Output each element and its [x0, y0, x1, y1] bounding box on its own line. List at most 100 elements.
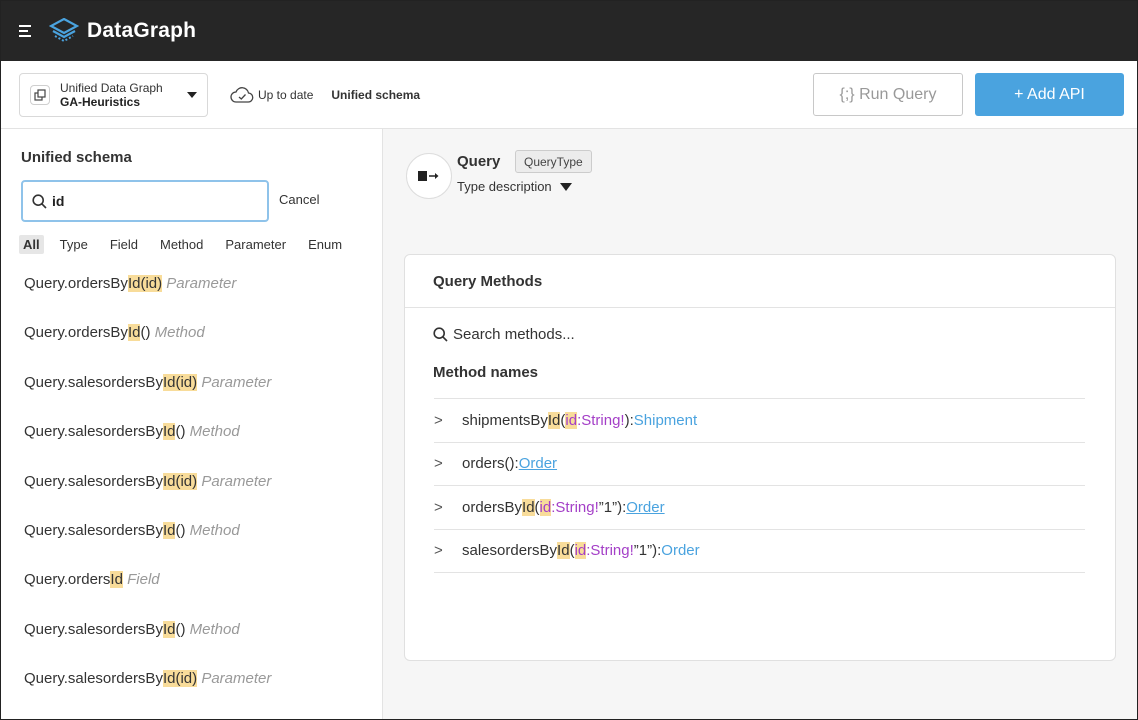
- method-param-type: :String!: [551, 498, 599, 516]
- menu-icon[interactable]: [19, 24, 35, 38]
- search-result-item[interactable]: Query.salesordersById() Method: [24, 421, 271, 470]
- content-area: Unified schema Cancel All Type Field Method…: [1, 129, 1137, 719]
- result-suffix: (): [175, 423, 186, 441]
- method-names-heading: Method names: [433, 364, 539, 381]
- result-path: Query.salesordersBy: [24, 423, 163, 441]
- result-match: Id: [110, 571, 123, 589]
- result-kind: Parameter: [201, 670, 272, 688]
- type-badge: QueryType: [515, 150, 592, 173]
- search-results: Query.ordersById(id) Parameter Query.orde…: [24, 273, 271, 718]
- filter-tab-method[interactable]: Method: [160, 237, 203, 252]
- method-return-type-link[interactable]: Order: [626, 499, 664, 516]
- card-title: Query Methods: [405, 255, 1115, 308]
- cloud-check-icon: [230, 86, 254, 103]
- method-return-type-link[interactable]: Order: [661, 542, 699, 559]
- search-result-item[interactable]: Query.ordersId Field: [24, 569, 271, 618]
- logo[interactable]: DataGraph: [49, 18, 196, 44]
- graph-name: GA-Heuristics: [60, 94, 141, 109]
- result-match: Id: [162, 620, 176, 638]
- result-path: Query.ordersBy: [24, 324, 128, 342]
- search-result-item[interactable]: Query.salesordersById(id) Parameter: [24, 668, 271, 717]
- filter-tab-parameter[interactable]: Parameter: [225, 237, 286, 252]
- result-match: Id: [162, 423, 176, 441]
- method-row[interactable]: > ordersBy Id (id:String! ”1”): Order: [434, 486, 1085, 530]
- method-param-type: :String!: [586, 542, 634, 560]
- result-path: Query.ordersBy: [24, 275, 128, 292]
- method-return-type-link[interactable]: Order: [519, 455, 557, 472]
- method-name: ordersBy: [462, 498, 523, 516]
- result-kind: Field: [127, 571, 160, 589]
- result-suffix: (): [175, 620, 186, 638]
- graph-selector[interactable]: Unified Data Graph GA-Heuristics: [19, 72, 208, 117]
- result-suffix: (): [140, 324, 151, 342]
- brand-name: DataGraph: [87, 19, 197, 42]
- sidebar-title: Unified schema: [21, 149, 132, 166]
- method-signature-tail: ”1”):: [633, 542, 662, 560]
- result-kind: Parameter: [166, 275, 237, 292]
- result-match: Id(id): [162, 670, 198, 688]
- type-description-toggle[interactable]: Type description: [457, 179, 572, 194]
- chevron-down-icon: [187, 91, 197, 98]
- methods-search[interactable]: [433, 326, 753, 343]
- search-result-item[interactable]: Query.salesordersById() Method: [24, 520, 271, 569]
- method-row[interactable]: > salesordersBy Id (id:String! ”1”): Order: [434, 530, 1085, 573]
- filter-tab-field[interactable]: Field: [110, 237, 138, 252]
- result-path: Query.salesordersBy: [24, 373, 163, 391]
- filter-tab-enum[interactable]: Enum: [308, 237, 342, 252]
- method-name: shipmentsBy: [462, 411, 548, 429]
- result-match: Id: [162, 521, 176, 539]
- toolbar: Unified Data Graph GA-Heuristics Up to d…: [1, 61, 1137, 129]
- method-param-name: id: [539, 498, 552, 516]
- result-kind: Method: [189, 620, 240, 638]
- result-path: Query.salesordersBy: [24, 472, 163, 490]
- search-result-item[interactable]: Query.ordersById() Method: [24, 322, 271, 371]
- graph-label: Unified Data Graph: [60, 80, 163, 95]
- search-icon: [433, 327, 448, 342]
- method-param-type: :String!: [577, 411, 625, 429]
- method-row[interactable]: > orders (): Order: [434, 443, 1085, 486]
- method-signature-tail: ”1”):: [598, 498, 627, 516]
- method-name-match: Id: [547, 411, 561, 429]
- result-match: Id(id): [162, 472, 198, 490]
- search-icon: [32, 193, 47, 209]
- type-description-label: Type description: [457, 179, 552, 194]
- methods-search-input[interactable]: [453, 326, 753, 343]
- method-return-type-link[interactable]: Shipment: [634, 412, 697, 429]
- sync-status: Up to date: [230, 86, 313, 104]
- search-result-item[interactable]: Query.salesordersById(id) Parameter: [24, 471, 271, 520]
- result-path: Query.salesordersBy: [24, 670, 163, 688]
- chevron-right-icon[interactable]: >: [434, 542, 462, 559]
- query-type-icon: [406, 153, 452, 199]
- run-query-button[interactable]: {;} Run Query: [813, 73, 963, 116]
- status-text: Up to date: [258, 87, 314, 102]
- result-kind: Method: [189, 521, 240, 539]
- method-list: > shipmentsBy Id (id:String!): Shipment > or…: [434, 398, 1085, 573]
- result-kind: Method: [154, 324, 205, 342]
- filter-tabs: All Type Field Method Parameter Enum: [19, 235, 364, 254]
- cancel-search-button[interactable]: Cancel: [279, 192, 319, 207]
- result-match: Id(id): [162, 373, 198, 391]
- search-result-item[interactable]: Query.salesordersById() Method: [24, 619, 271, 668]
- method-row[interactable]: > shipmentsBy Id (id:String!): Shipment: [434, 399, 1085, 443]
- filter-tab-type[interactable]: Type: [60, 237, 88, 252]
- query-methods-card: Query Methods Method names >shipmentsByI…: [404, 254, 1116, 661]
- result-match: Id: [127, 324, 141, 342]
- schema-search-input[interactable]: [52, 193, 252, 209]
- schema-search-box[interactable]: [21, 180, 269, 222]
- search-result-item[interactable]: Query.ordersById(id) Parameter: [24, 273, 271, 322]
- result-path: Query.salesordersBy: [24, 521, 163, 539]
- caret-down-icon: [559, 182, 572, 191]
- app-window: DataGraph Unified Data Graph GA-Heuristi…: [0, 0, 1138, 720]
- result-kind: Parameter: [201, 373, 272, 391]
- search-result-item[interactable]: Query.salesordersById(id) Parameter: [24, 372, 271, 421]
- method-signature-tail: ):: [624, 411, 634, 429]
- filter-tab-all[interactable]: All: [19, 235, 44, 254]
- chevron-right-icon[interactable]: >: [434, 455, 462, 472]
- chevron-right-icon[interactable]: >: [434, 499, 462, 516]
- add-api-button[interactable]: + Add API: [975, 73, 1124, 116]
- result-suffix: (): [175, 521, 186, 539]
- datagraph-logo-icon: [49, 18, 79, 43]
- result-kind: Parameter: [201, 472, 272, 490]
- chevron-right-icon[interactable]: >: [434, 412, 462, 429]
- method-name-match: Id: [557, 542, 570, 560]
